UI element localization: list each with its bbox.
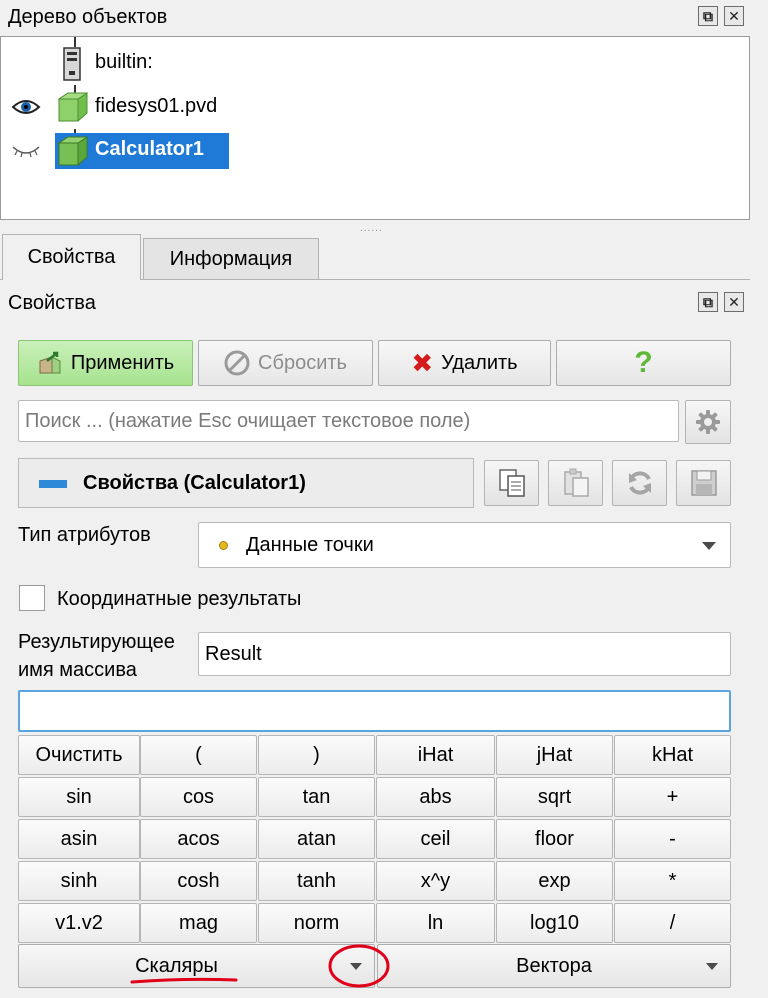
- section-title: Свойства (Calculator1): [83, 472, 306, 494]
- calc-button-0-0[interactable]: Очистить: [18, 735, 140, 775]
- server-icon: [63, 47, 81, 81]
- coordinate-results-label: Координатные результаты: [57, 588, 302, 610]
- attribute-type-value: Данные точки: [246, 533, 374, 556]
- tab-information[interactable]: Информация: [143, 238, 319, 280]
- calc-button-3-3[interactable]: x^y: [376, 861, 495, 901]
- tree-item-builtin[interactable]: builtin:: [1, 45, 749, 83]
- gear-icon: [696, 410, 720, 434]
- settings-button[interactable]: [685, 400, 731, 444]
- coordinate-results-checkbox[interactable]: [19, 585, 45, 611]
- eye-closed-icon[interactable]: [11, 143, 41, 159]
- calc-button-4-3[interactable]: ln: [376, 903, 495, 943]
- chevron-down-icon: [702, 542, 716, 550]
- calc-button-3-1[interactable]: cosh: [140, 861, 257, 901]
- calc-button-4-0[interactable]: v1.v2: [18, 903, 140, 943]
- vectors-label: Вектора: [516, 954, 592, 977]
- point-data-icon: [219, 540, 228, 550]
- restore-button[interactable]: [612, 460, 667, 506]
- attribute-type-select[interactable]: Данные точки: [198, 522, 731, 568]
- reset-button[interactable]: Сбросить: [198, 340, 373, 386]
- tree-item-calculator1[interactable]: Calculator1: [1, 133, 749, 171]
- calc-button-0-4[interactable]: jHat: [496, 735, 613, 775]
- floppy-icon: [690, 470, 717, 496]
- attribute-type-label: Тип атрибутов: [18, 524, 151, 546]
- calc-button-1-3[interactable]: abs: [376, 777, 495, 817]
- calc-button-1-5[interactable]: +: [614, 777, 731, 817]
- search-input[interactable]: Поиск ... (нажатие Esc очищает текстовое…: [18, 400, 679, 442]
- calc-button-4-5[interactable]: /: [614, 903, 731, 943]
- tree-item-label: Calculator1: [95, 138, 204, 160]
- calc-button-0-3[interactable]: iHat: [376, 735, 495, 775]
- result-array-input[interactable]: Result: [198, 632, 731, 676]
- calc-button-4-2[interactable]: norm: [258, 903, 375, 943]
- properties-section-header[interactable]: Свойства (Calculator1): [18, 458, 474, 508]
- apply-button[interactable]: Применить: [18, 340, 193, 386]
- calc-button-2-0[interactable]: asin: [18, 819, 140, 859]
- result-array-label-line2: имя массива: [18, 659, 137, 681]
- vectors-dropdown[interactable]: Вектора: [377, 944, 731, 988]
- paste-button[interactable]: [548, 460, 603, 506]
- calc-button-2-5[interactable]: -: [614, 819, 731, 859]
- collapse-icon[interactable]: [39, 480, 67, 488]
- calc-button-4-1[interactable]: mag: [140, 903, 257, 943]
- expression-input[interactable]: [18, 690, 731, 732]
- eye-open-icon[interactable]: [11, 97, 41, 117]
- tree-item-label: builtin:: [95, 51, 153, 73]
- help-button[interactable]: ?: [556, 340, 731, 386]
- properties-panel-title: Свойства: [8, 292, 96, 314]
- scalars-label: Скаляры: [135, 954, 218, 977]
- calc-button-0-1[interactable]: (: [140, 735, 257, 775]
- calc-button-3-2[interactable]: tanh: [258, 861, 375, 901]
- calc-button-0-2[interactable]: ): [258, 735, 375, 775]
- reset-label: Сбросить: [258, 351, 347, 374]
- close-panel-icon[interactable]: ✕: [724, 6, 744, 26]
- tree-item-fidesys[interactable]: fidesys01.pvd: [1, 89, 749, 127]
- calc-button-0-5[interactable]: kHat: [614, 735, 731, 775]
- save-button[interactable]: [676, 460, 731, 506]
- paste-icon: [563, 468, 589, 497]
- result-array-label-line1: Результирующее: [18, 631, 175, 653]
- chevron-down-icon: [706, 963, 718, 970]
- splitter-handle[interactable]: ......: [360, 223, 383, 234]
- float-panel-icon[interactable]: ⧉: [698, 6, 718, 26]
- green-cube-icon: [57, 136, 89, 166]
- calc-button-1-0[interactable]: sin: [18, 777, 140, 817]
- calc-button-1-2[interactable]: tan: [258, 777, 375, 817]
- green-cube-icon: [57, 92, 89, 122]
- close-panel-icon[interactable]: ✕: [724, 292, 744, 312]
- calc-button-3-4[interactable]: exp: [496, 861, 613, 901]
- calc-button-2-1[interactable]: acos: [140, 819, 257, 859]
- copy-icon: [498, 469, 525, 497]
- calc-button-1-4[interactable]: sqrt: [496, 777, 613, 817]
- refresh-icon: [628, 471, 651, 495]
- calc-button-2-3[interactable]: ceil: [376, 819, 495, 859]
- calc-button-3-0[interactable]: sinh: [18, 861, 140, 901]
- search-placeholder: Поиск ... (нажатие Esc очищает текстовое…: [25, 409, 471, 432]
- apply-label: Применить: [70, 351, 175, 374]
- delete-label: Удалить: [441, 351, 518, 374]
- help-icon: ?: [634, 346, 653, 379]
- result-array-label: Результирующее имя массива: [18, 628, 175, 684]
- calc-button-3-5[interactable]: *: [614, 861, 731, 901]
- reset-icon: [224, 350, 250, 376]
- object-tree-title: Дерево объектов: [8, 6, 168, 28]
- calc-button-4-4[interactable]: log10: [496, 903, 613, 943]
- tree-item-label: fidesys01.pvd: [95, 95, 218, 117]
- apply-icon: [39, 351, 61, 374]
- calc-button-2-4[interactable]: floor: [496, 819, 613, 859]
- calc-button-2-2[interactable]: atan: [258, 819, 375, 859]
- result-array-value: Result: [205, 642, 262, 665]
- scalars-dropdown[interactable]: Скаляры: [18, 944, 375, 988]
- calc-button-1-1[interactable]: cos: [140, 777, 257, 817]
- delete-icon: ✖: [411, 347, 434, 378]
- object-tree[interactable]: builtin: fidesys01.pvd Calculator1: [0, 36, 750, 220]
- delete-button[interactable]: ✖ Удалить: [378, 340, 551, 386]
- float-panel-icon[interactable]: ⧉: [698, 292, 718, 312]
- chevron-down-icon: [350, 963, 362, 970]
- copy-button[interactable]: [484, 460, 539, 506]
- tab-properties[interactable]: Свойства: [2, 234, 141, 280]
